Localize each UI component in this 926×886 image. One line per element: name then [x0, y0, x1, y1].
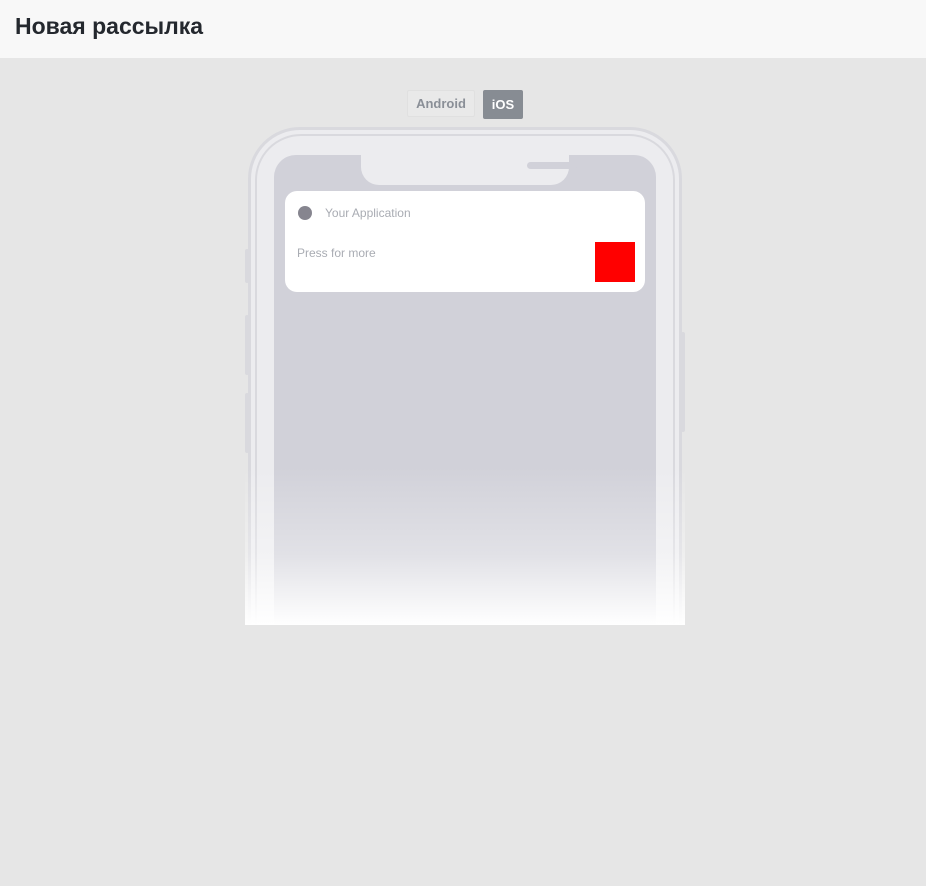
notification-app-name: Your Application: [325, 206, 411, 220]
push-notification: Your Application Press for more: [285, 191, 645, 292]
phone-preview: Your Application Press for more: [245, 127, 685, 625]
phone-screen: Your Application Press for more: [274, 155, 656, 625]
platform-tabs: Android iOS: [0, 90, 926, 119]
app-icon: [298, 206, 312, 220]
front-camera: [620, 160, 632, 172]
notification-body: Press for more: [297, 246, 376, 260]
page-title: Новая рассылка: [15, 13, 204, 39]
notification-image: [595, 242, 635, 282]
tab-ios[interactable]: iOS: [483, 90, 523, 119]
phone-notch: [361, 155, 632, 185]
speaker-grille: [527, 162, 577, 169]
page-header: Новая рассылка: [0, 0, 926, 58]
tab-android[interactable]: Android: [407, 90, 475, 117]
